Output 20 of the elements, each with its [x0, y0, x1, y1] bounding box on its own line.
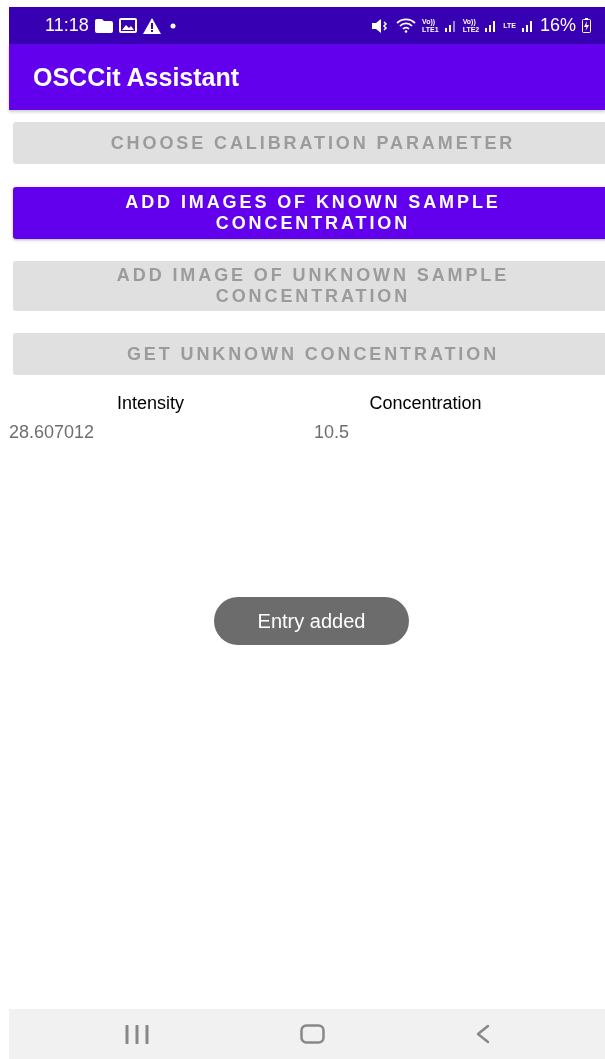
- column-header: Concentration: [368, 393, 483, 414]
- action-button[interactable]: ADD IMAGES OF KNOWN SAMPLE CONCENTRATION: [13, 187, 605, 239]
- status-time: 11:18: [45, 15, 89, 36]
- image-icon: [118, 18, 137, 33]
- home-icon[interactable]: [299, 1024, 325, 1044]
- wifi-icon: [396, 18, 417, 33]
- back-icon[interactable]: [475, 1024, 490, 1044]
- battery-percent: 16%: [539, 15, 576, 36]
- column-header: Intensity: [115, 393, 185, 414]
- app-title: OSCCit Assistant: [33, 62, 240, 92]
- table-cell-text: 10.5: [314, 422, 351, 443]
- signal-icon: [485, 19, 498, 32]
- toast-message: Entry added: [214, 597, 409, 645]
- recent-apps-icon[interactable]: [124, 1024, 149, 1044]
- battery-charging-icon: [582, 18, 591, 33]
- signal-icon: [521, 19, 534, 32]
- folder-icon: [94, 18, 113, 33]
- table-cell-text: 28.607012: [9, 422, 96, 443]
- signal-icon: [444, 19, 457, 32]
- warning-icon: [142, 17, 161, 34]
